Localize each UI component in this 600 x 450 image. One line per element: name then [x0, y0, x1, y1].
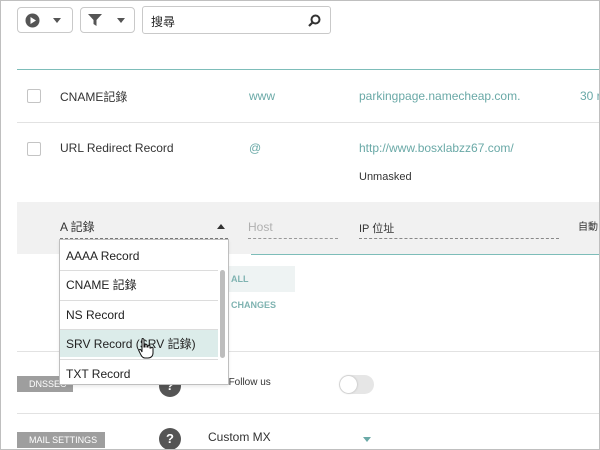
row-checkbox[interactable] [27, 89, 41, 103]
section-divider [17, 69, 599, 70]
filter-dropdown-button[interactable] [80, 7, 135, 33]
redirect-mode: Unmasked [359, 171, 412, 183]
record-type-select[interactable]: A 記錄 [60, 218, 228, 239]
mail-help-icon[interactable]: ? [159, 428, 181, 449]
mail-settings-tag: MAIL SETTINGS [17, 432, 105, 448]
ttl-select[interactable]: 自動 [578, 218, 599, 236]
ip-address-input[interactable]: IP 位址 [359, 220, 559, 239]
host-placeholder: Host [248, 220, 273, 234]
filter-icon [88, 14, 102, 26]
host-input[interactable]: Host [248, 220, 338, 239]
chevron-down-icon [363, 437, 371, 442]
record-value: http://www.bosxlabzz67.com/ [359, 141, 514, 155]
record-host: www [249, 89, 275, 103]
section-divider [17, 413, 599, 414]
dropdown-option-txt[interactable]: TXT Record [60, 359, 218, 384]
play-circle-icon [25, 13, 40, 28]
dropdown-option-cname[interactable]: CNAME 記錄 [60, 270, 218, 298]
record-host: @ [249, 141, 262, 155]
record-value: parkingpage.namecheap.com. [359, 89, 521, 103]
record-type: URL Redirect Record [60, 141, 174, 155]
chevron-up-icon [217, 224, 225, 229]
chevron-down-icon [117, 18, 125, 23]
search-input[interactable]: 搜尋 [142, 6, 331, 34]
dnssec-toggle[interactable] [339, 375, 374, 394]
toggle-knob [340, 376, 357, 393]
row-divider [17, 122, 599, 123]
dns-manager-window: 搜尋 CNAME記錄 www parkingpage.namecheap.com… [0, 0, 600, 450]
edit-row-divider [251, 254, 599, 255]
magnifier-icon[interactable] [308, 14, 321, 27]
chevron-down-icon [53, 18, 61, 23]
record-ttl: 30 r [580, 89, 600, 103]
save-all-changes-button[interactable]: ALL CHANGES [223, 266, 295, 310]
mail-settings-select[interactable]: Custom MX [208, 430, 371, 449]
dropdown-scrollbar[interactable] [220, 270, 225, 358]
mail-settings-selected: Custom MX [208, 430, 271, 444]
record-type-dropdown: AAAA Record CNAME 記錄 NS Record SRV Recor… [59, 239, 229, 385]
ttl-label: 自動 [578, 222, 598, 233]
dropdown-option-ns[interactable]: NS Record [60, 300, 218, 328]
dropdown-option-aaaa[interactable]: AAAA Record [60, 242, 218, 270]
row-checkbox[interactable] [27, 142, 41, 156]
record-type-selected: A 記錄 [60, 220, 95, 234]
actions-dropdown-button[interactable] [17, 7, 73, 33]
ip-address-label: IP 位址 [359, 223, 395, 235]
record-type: CNAME記錄 [60, 90, 128, 104]
search-value: 搜尋 [151, 15, 176, 29]
hand-cursor-icon [138, 338, 154, 359]
